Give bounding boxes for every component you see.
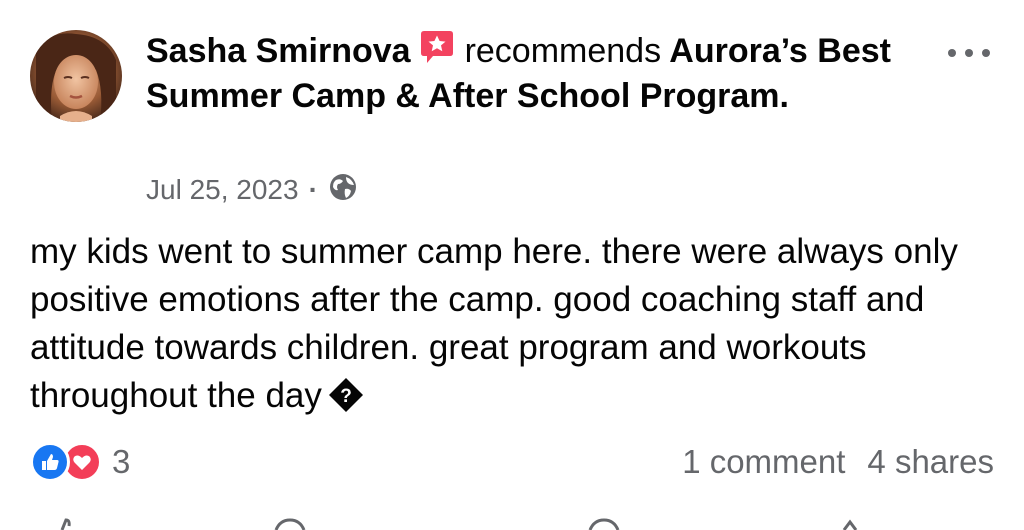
dot xyxy=(982,49,990,57)
share-action-icon[interactable] xyxy=(830,516,866,530)
author-name[interactable]: Sasha Smirnova xyxy=(146,32,411,70)
svg-text:?: ? xyxy=(340,386,352,407)
recommends-text: recommends xyxy=(464,32,662,70)
reaction-count: 3 xyxy=(112,443,131,480)
meta-separator: · xyxy=(308,174,318,205)
reactions-summary[interactable]: 3 xyxy=(30,442,130,482)
post-header: Sasha Smirnova recommends Aurora’s Best … xyxy=(146,28,936,119)
avatar-photo xyxy=(30,30,122,122)
post-card: Sasha Smirnova recommends Aurora’s Best … xyxy=(0,0,1024,530)
shares-count-link[interactable]: 4 shares xyxy=(867,443,994,481)
post-date[interactable]: Jul 25, 2023 xyxy=(146,174,299,206)
messenger-action-icon[interactable] xyxy=(586,516,622,530)
action-bar xyxy=(0,516,1024,530)
more-options-icon[interactable] xyxy=(948,38,990,68)
comment-action-icon[interactable] xyxy=(272,516,308,530)
unknown-emoji-icon: ? xyxy=(328,377,364,413)
post-text: my kids went to summer camp here. there … xyxy=(30,232,958,415)
post-body: my kids went to summer camp here. there … xyxy=(30,228,1000,420)
like-icon xyxy=(30,442,70,482)
like-action-icon[interactable] xyxy=(48,516,84,530)
author-avatar[interactable] xyxy=(30,30,122,122)
globe-icon[interactable] xyxy=(328,172,358,209)
dot xyxy=(965,49,973,57)
comments-count-link[interactable]: 1 comment xyxy=(682,443,845,481)
engagement-stats: 3 1 comment 4 shares xyxy=(30,440,994,484)
star-speech-bubble-icon xyxy=(419,28,455,66)
post-meta: Jul 25, 2023 · xyxy=(146,170,358,210)
dot xyxy=(948,49,956,57)
